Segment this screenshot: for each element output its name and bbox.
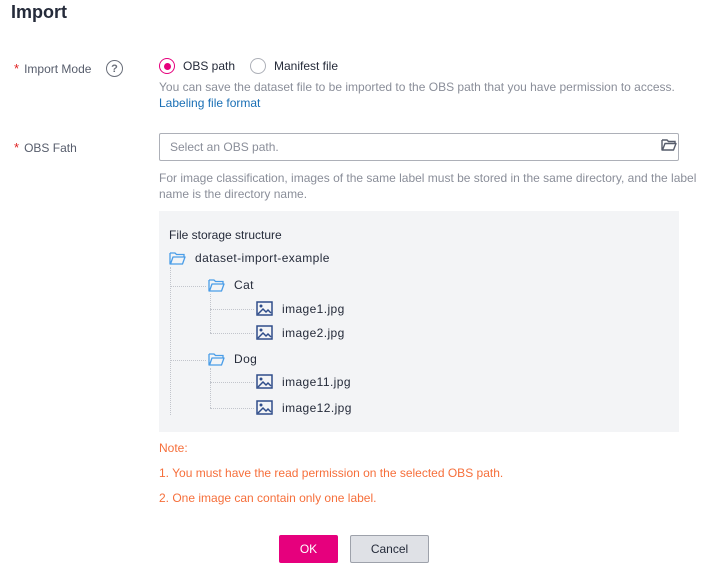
file-name: image11.jpg bbox=[282, 374, 351, 389]
tree-connector bbox=[170, 267, 171, 415]
tree-file: image1.jpg bbox=[256, 301, 345, 316]
obs-path-input[interactable]: Select an OBS path. bbox=[159, 133, 679, 161]
file-name: image1.jpg bbox=[282, 301, 345, 316]
tree-connector bbox=[210, 408, 254, 409]
obs-path-hint-line2: name is the directory name. bbox=[159, 187, 308, 201]
radio-unchecked-icon bbox=[250, 58, 266, 74]
obs-path-label: OBS Fath bbox=[24, 140, 77, 155]
dialog-title: Import bbox=[11, 2, 67, 22]
required-mark: * bbox=[14, 61, 20, 76]
obs-path-placeholder: Select an OBS path. bbox=[170, 140, 279, 154]
image-icon bbox=[256, 374, 273, 389]
folder-name: Dog bbox=[234, 352, 258, 366]
tree-folder-cat: Cat bbox=[208, 278, 254, 292]
tree-file: image11.jpg bbox=[256, 374, 351, 389]
obs-path-hint-line1: For image classification, images of the … bbox=[159, 171, 697, 185]
radio-manifest-file[interactable]: Manifest file bbox=[250, 58, 338, 74]
tree-connector bbox=[210, 368, 211, 408]
radio-manifest-file-label: Manifest file bbox=[274, 59, 339, 73]
structure-title: File storage structure bbox=[169, 228, 282, 242]
file-name: image2.jpg bbox=[282, 325, 345, 340]
tree-folder-dog: Dog bbox=[208, 352, 257, 366]
image-icon bbox=[256, 400, 273, 415]
tree-connector bbox=[210, 382, 254, 383]
root-folder-name: dataset-import-example bbox=[195, 251, 330, 265]
folder-icon bbox=[208, 279, 225, 292]
radio-checked-icon bbox=[159, 58, 175, 74]
tree-file: image2.jpg bbox=[256, 325, 345, 340]
tree-connector bbox=[210, 309, 254, 310]
note-item: 2. One image can contain only one label. bbox=[159, 491, 377, 505]
required-mark: * bbox=[14, 140, 20, 155]
folder-icon bbox=[208, 353, 225, 366]
tree-connector bbox=[210, 294, 211, 333]
image-icon bbox=[256, 301, 273, 316]
tree-connector bbox=[170, 360, 206, 361]
cancel-button[interactable]: Cancel bbox=[350, 535, 429, 563]
tree-connector bbox=[170, 286, 206, 287]
radio-obs-path[interactable]: OBS path bbox=[159, 58, 235, 74]
ok-button[interactable]: OK bbox=[279, 535, 338, 563]
import-mode-label-row: * Import Mode bbox=[14, 61, 91, 76]
labeling-file-format-link[interactable]: Labeling file format bbox=[159, 96, 260, 110]
folder-name: Cat bbox=[234, 278, 254, 292]
folder-icon bbox=[169, 252, 186, 265]
note-heading: Note: bbox=[159, 441, 188, 455]
folder-open-icon[interactable] bbox=[661, 137, 677, 155]
note-item: 1. You must have the read permission on … bbox=[159, 466, 504, 480]
radio-obs-path-label: OBS path bbox=[183, 59, 236, 73]
image-icon bbox=[256, 325, 273, 340]
obs-path-label-row: * OBS Fath bbox=[14, 140, 77, 155]
import-mode-hint: You can save the dataset file to be impo… bbox=[159, 80, 675, 94]
file-name: image12.jpg bbox=[282, 400, 352, 415]
tree-connector bbox=[210, 333, 254, 334]
file-storage-structure: File storage structure dataset-import-ex… bbox=[159, 211, 679, 432]
import-mode-label: Import Mode bbox=[24, 61, 92, 76]
tree-file: image12.jpg bbox=[256, 400, 352, 415]
question-circle-icon[interactable]: ? bbox=[106, 60, 123, 77]
tree-root-folder: dataset-import-example bbox=[169, 251, 330, 265]
